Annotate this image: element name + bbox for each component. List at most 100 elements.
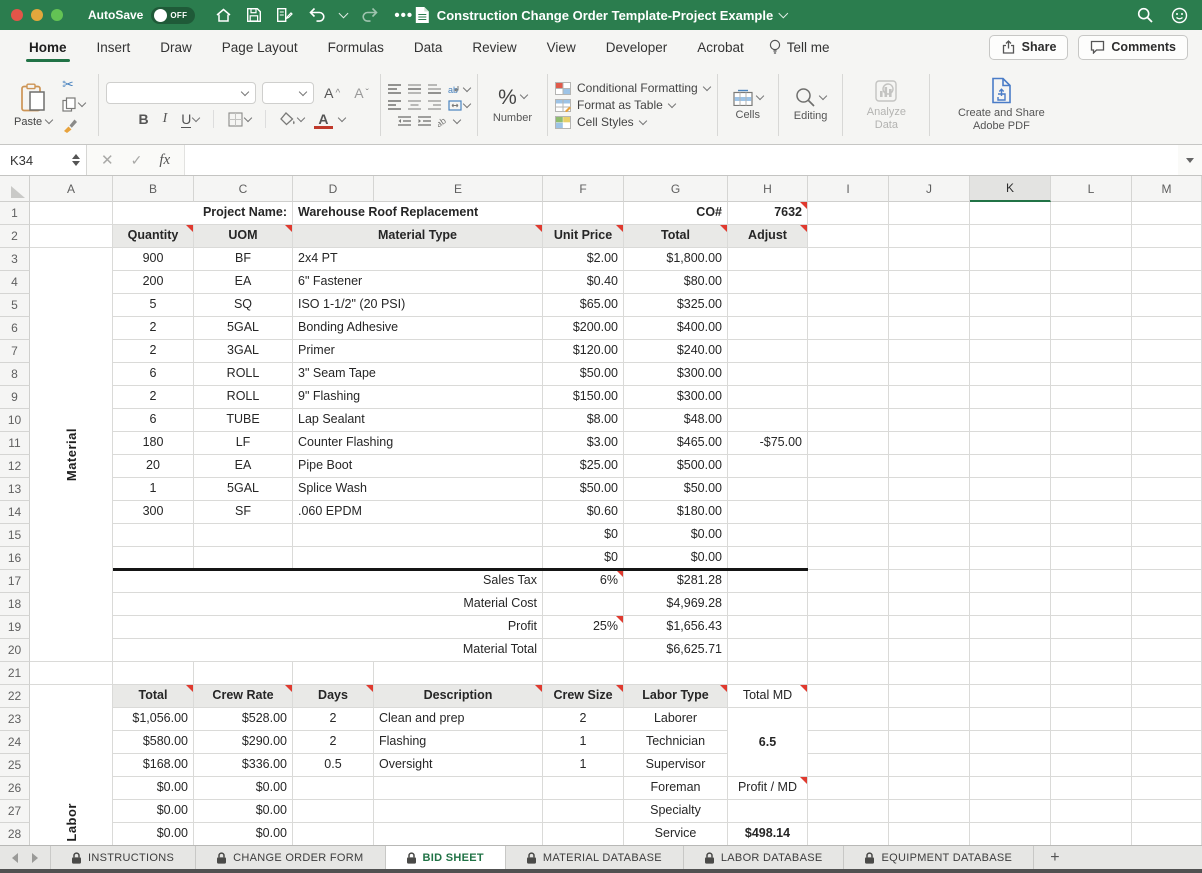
fill-color-button[interactable] [276,112,308,126]
cell-L18[interactable] [1051,593,1132,616]
share-button[interactable]: Share [989,35,1069,60]
cell-I8[interactable] [808,363,889,386]
cell-I17[interactable] [808,570,889,593]
cell-E27[interactable] [374,800,543,823]
cell-J28[interactable] [889,823,970,845]
cell-M18[interactable] [1132,593,1202,616]
cell-K18[interactable] [970,593,1051,616]
cell-D2[interactable]: Material Type [293,225,543,248]
cell-D8[interactable]: 3" Seam Tape [293,363,543,386]
cell-I5[interactable] [808,294,889,317]
cell-M7[interactable] [1132,340,1202,363]
conditional-formatting-button[interactable]: Conditional Formatting [555,81,710,95]
editing-button[interactable]: Editing [786,70,836,140]
row-header-9[interactable]: 9 [0,386,30,409]
cell-I18[interactable] [808,593,889,616]
font-size-select[interactable] [262,82,314,104]
cell-D21[interactable] [293,662,374,685]
save-as-icon[interactable] [276,7,293,23]
sheet-tab-material-database[interactable]: MATERIAL DATABASE [506,846,684,869]
cell-F6[interactable]: $200.00 [543,317,624,340]
enter-icon[interactable]: ✓ [131,152,143,169]
column-header-F[interactable]: F [543,176,624,202]
cell-K27[interactable] [970,800,1051,823]
cell-F24[interactable]: 1 [543,731,624,754]
cell-J5[interactable] [889,294,970,317]
cell-K26[interactable] [970,777,1051,800]
borders-dropdown-chevron[interactable] [244,113,252,121]
cell-I12[interactable] [808,455,889,478]
cell-G3[interactable]: $1,800.00 [624,248,728,271]
minimize-window-button[interactable] [31,9,43,21]
cell-M11[interactable] [1132,432,1202,455]
cell-F4[interactable]: $0.40 [543,271,624,294]
cell-J14[interactable] [889,501,970,524]
cell-K7[interactable] [970,340,1051,363]
cell-D12[interactable]: Pipe Boot [293,455,543,478]
cell-D7[interactable]: Primer [293,340,543,363]
align-left-icon[interactable] [388,100,401,111]
cell-I3[interactable] [808,248,889,271]
row-header-23[interactable]: 23 [0,708,30,731]
cell-F16[interactable]: $0 [543,547,624,570]
column-header-G[interactable]: G [624,176,728,202]
row-header-15[interactable]: 15 [0,524,30,547]
format-as-table-button[interactable]: Format as Table [555,98,675,112]
cancel-icon[interactable]: ✕ [101,151,114,169]
row-header-26[interactable]: 26 [0,777,30,800]
cell-M4[interactable] [1132,271,1202,294]
cell-G18[interactable]: $4,969.28 [624,593,728,616]
cell-B1[interactable]: Project Name: [113,202,293,225]
row-header-4[interactable]: 4 [0,271,30,294]
align-center-icon[interactable] [408,100,421,111]
menu-tab-draw[interactable]: Draw [145,30,207,64]
cell-C24[interactable]: $290.00 [194,731,293,754]
cell-D3[interactable]: 2x4 PT [293,248,543,271]
row-header-22[interactable]: 22 [0,685,30,708]
analyze-data-button[interactable]: Analyze Data [850,70,922,140]
editing-dropdown-chevron[interactable] [819,91,827,99]
cell-B12[interactable]: 20 [113,455,194,478]
cell-B27[interactable]: $0.00 [113,800,194,823]
font-name-select[interactable] [106,82,256,104]
cell-D25[interactable]: 0.5 [293,754,374,777]
menu-tab-home[interactable]: Home [14,30,82,64]
cell-K9[interactable] [970,386,1051,409]
cell-M10[interactable] [1132,409,1202,432]
cell-G14[interactable]: $180.00 [624,501,728,524]
column-header-E[interactable]: E [374,176,543,202]
row-header-14[interactable]: 14 [0,501,30,524]
cells-dropdown-chevron[interactable] [755,91,763,99]
cell-K19[interactable] [970,616,1051,639]
cell-G15[interactable]: $0.00 [624,524,728,547]
cell-L6[interactable] [1051,317,1132,340]
cell-C22[interactable]: Crew Rate [194,685,293,708]
cell-J26[interactable] [889,777,970,800]
cell-H11[interactable]: -$75.00 [728,432,808,455]
cell-L10[interactable] [1051,409,1132,432]
cell-H26[interactable]: Profit / MD [728,777,808,800]
cell-I7[interactable] [808,340,889,363]
sheet-tab-equipment-database[interactable]: EQUIPMENT DATABASE [844,846,1034,869]
cell-K10[interactable] [970,409,1051,432]
title-dropdown-chevron[interactable] [779,8,789,18]
cell-M17[interactable] [1132,570,1202,593]
cell-D9[interactable]: 9" Flashing [293,386,543,409]
cell-K13[interactable] [970,478,1051,501]
cell-I10[interactable] [808,409,889,432]
cell-M13[interactable] [1132,478,1202,501]
cell-B2[interactable]: Quantity [113,225,194,248]
cell-I21[interactable] [808,662,889,685]
underline-button[interactable]: U [177,111,203,128]
cell-G8[interactable]: $300.00 [624,363,728,386]
cell-J2[interactable] [889,225,970,248]
copy-dropdown-chevron[interactable] [78,99,86,107]
row-header-20[interactable]: 20 [0,639,30,662]
cell-G17[interactable]: $281.28 [624,570,728,593]
cell-D23[interactable]: 2 [293,708,374,731]
cell-L15[interactable] [1051,524,1132,547]
copy-button[interactable] [62,97,85,112]
cell-B16[interactable] [113,547,194,570]
bold-button[interactable]: B [134,111,152,127]
column-header-I[interactable]: I [808,176,889,202]
